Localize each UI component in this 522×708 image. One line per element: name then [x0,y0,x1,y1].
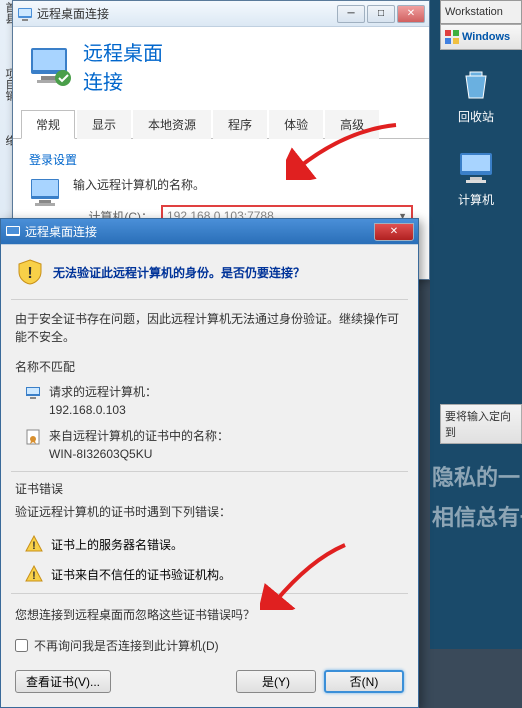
computer-icon[interactable]: 计算机 [430,139,522,222]
requested-label: 请求的远程计算机： [49,383,157,401]
watermark-text-2: 相信总有一 [432,500,522,532]
cert-body-text: 由于安全证书存在问题，因此远程计算机无法通过身份验证。继续操作可能不安全。 [1,304,418,354]
pc-icon [29,176,63,210]
windows-icon [445,30,459,44]
warning-icon: ! [25,565,43,583]
rdc-header: 远程桌面 连接 [13,27,429,109]
recycle-bin-label: 回收站 [458,108,494,125]
cert-from-value: WIN-8I32603Q5KU [49,445,229,463]
status-bar: 要将输入定向到 [440,404,522,444]
cert-errors-label: 证书错误 [1,476,418,501]
rdc-big-icon [29,44,73,88]
windows-toolbar[interactable]: Windows [440,24,522,50]
tab-general[interactable]: 常规 [21,110,75,139]
rdc-tabs: 常规 显示 本地资源 程序 体验 高级 [13,109,429,139]
cert-from-label: 来自远程计算机的证书中的名称： [49,427,229,445]
cert-error-1: 证书上的服务器名错误。 [51,536,183,553]
dont-ask-checkbox[interactable] [15,639,28,652]
rdc-heading-1: 远程桌面 [83,37,163,66]
close-button[interactable]: ✕ [397,5,425,23]
no-button[interactable]: 否(N) [324,670,404,693]
enter-name-label: 输入远程计算机的名称。 [73,176,413,193]
cert-question: 您想连接到远程桌面而忽略这些证书错误吗？ [1,598,418,631]
cert-warning-dialog: 远程桌面连接 ✕ ! 无法验证此远程计算机的身份。是否仍要连接？ 由于安全证书存… [0,218,419,708]
monitor-icon [25,385,41,401]
name-mismatch-label: 名称不匹配 [1,354,418,379]
tab-advanced[interactable]: 高级 [325,110,379,139]
minimize-button[interactable]: ─ [337,5,365,23]
login-group-title: 登录设置 [29,151,413,168]
rdc-icon [17,6,33,22]
recycle-bin-icon[interactable]: 回收站 [430,56,522,139]
svg-text:!: ! [32,570,36,582]
rdc-heading-2: 连接 [83,66,163,95]
tab-program[interactable]: 程序 [213,110,267,139]
watermark-text-1: 隐私的一 [432,460,520,492]
requested-value: 192.168.0.103 [49,401,157,419]
warning-icon: ! [25,535,43,553]
view-cert-button[interactable]: 查看证书(V)... [15,670,111,693]
cert-errors-desc: 验证远程计算机的证书时遇到下列错误： [1,501,418,529]
computer-label: 计算机 [458,191,494,208]
status-text: 要将输入定向到 [445,408,517,440]
tab-local[interactable]: 本地资源 [133,110,211,139]
svg-text:!: ! [27,265,32,282]
cert-warning-text: 无法验证此远程计算机的身份。是否仍要连接？ [53,264,305,281]
tab-experience[interactable]: 体验 [269,110,323,139]
yes-button[interactable]: 是(Y) [236,670,316,693]
workstation-label: Workstation [445,6,503,18]
workstation-titlebar: Workstation [440,0,522,24]
cert-title: 远程桌面连接 [25,223,374,240]
rdc-title: 远程桌面连接 [37,5,337,22]
tab-display[interactable]: 显示 [77,110,131,139]
maximize-button[interactable]: □ [367,5,395,23]
svg-text:!: ! [32,540,36,552]
windows-label: Windows [462,31,510,43]
shield-warning-icon: ! [17,259,43,285]
cert-close-button[interactable]: ✕ [374,223,414,241]
rdc-titlebar[interactable]: 远程桌面连接 ─ □ ✕ [13,1,429,27]
cert-error-2: 证书来自不信任的证书验证机构。 [51,566,231,583]
dont-ask-label: 不再询问我是否连接到此计算机(D) [34,637,219,654]
cert-titlebar[interactable]: 远程桌面连接 ✕ [1,219,418,245]
rdc-icon [5,224,21,240]
certificate-icon [25,429,41,445]
